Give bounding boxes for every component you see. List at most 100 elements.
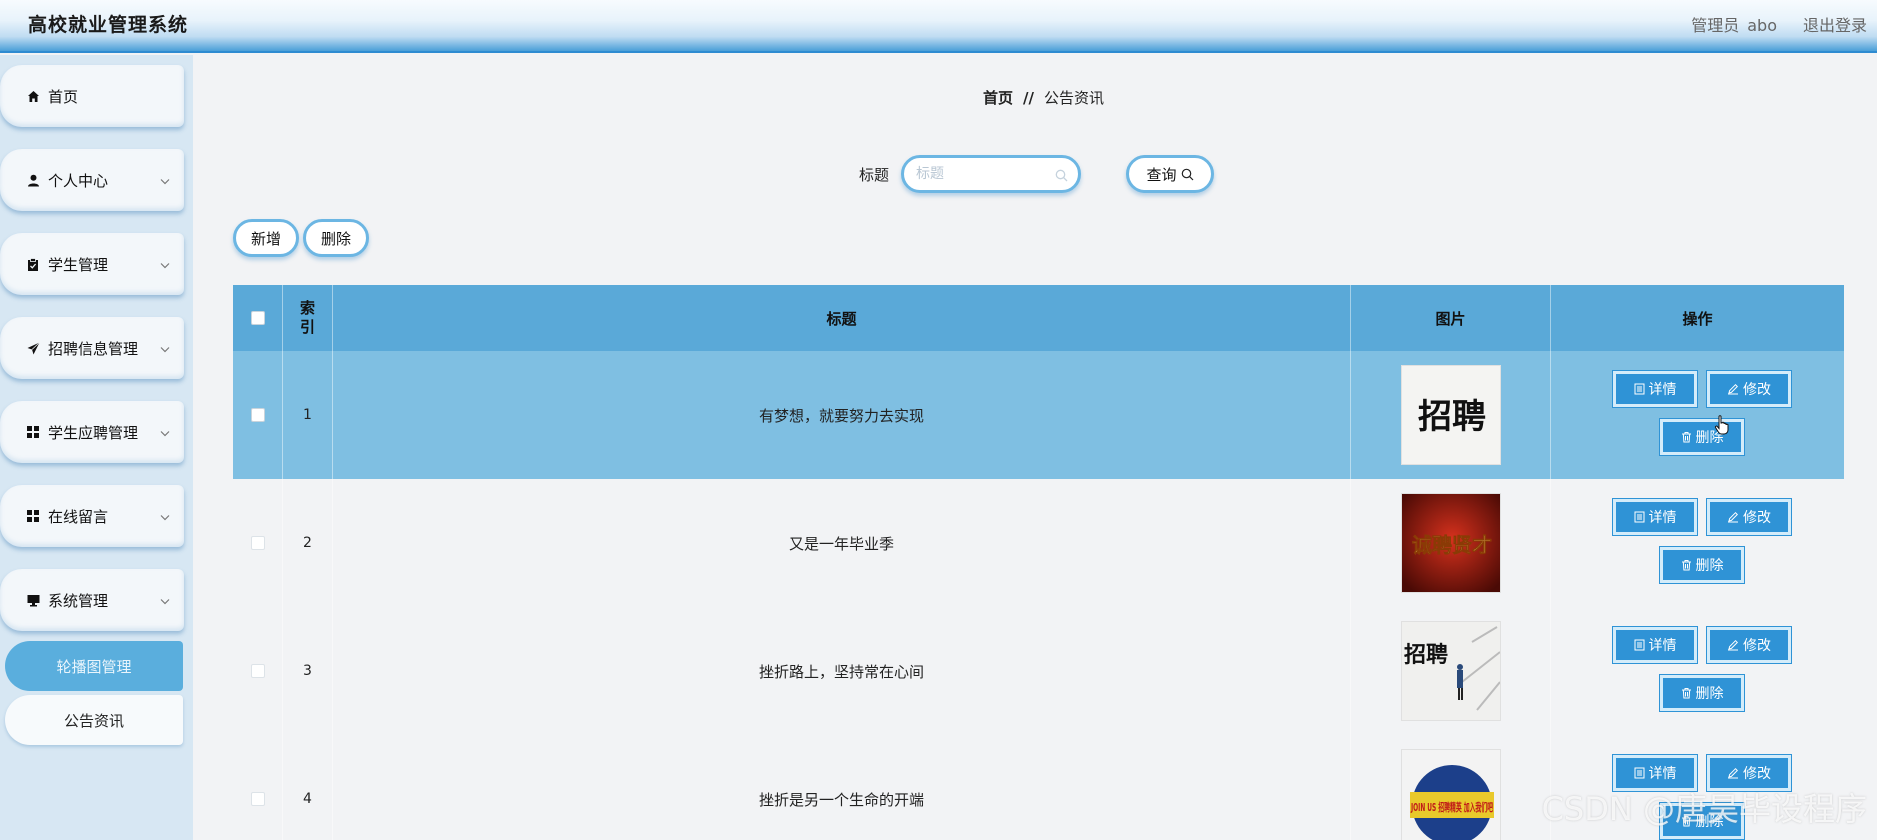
row-checkbox[interactable] — [250, 536, 265, 550]
app-title: 高校就业管理系统 — [28, 14, 189, 36]
detail-button-label: 详情 — [1648, 382, 1677, 398]
edit-button-label: 修改 — [1743, 382, 1771, 398]
row-title: 又是一年毕业季 — [333, 479, 1351, 607]
username: abo — [1747, 16, 1777, 35]
search-icon — [1055, 168, 1068, 186]
pencil-icon — [1727, 383, 1739, 395]
sidebar-item-label: 招聘信息管理 — [48, 339, 139, 358]
row-image-cell: 诚聘贤才 — [1351, 479, 1551, 607]
breadcrumb: 首页 // 公告资讯 — [983, 87, 1104, 108]
edit-button-label: 修改 — [1743, 638, 1771, 654]
detail-button-label: 详情 — [1648, 638, 1677, 654]
sidebar-item-label: 学生应聘管理 — [48, 423, 139, 442]
edit-button-label: 修改 — [1743, 510, 1771, 526]
announcement-table: 索引 标题 图片 操作 1 有梦想，就要努力去实现 招聘 详情 修改 删除 2 … — [233, 285, 1844, 840]
row-select-cell — [233, 735, 283, 840]
detail-button[interactable]: 详情 — [1612, 498, 1698, 536]
row-checkbox[interactable] — [250, 792, 265, 806]
recruitment-image: 招聘 — [1400, 365, 1501, 465]
table-row[interactable]: 2 又是一年毕业季 诚聘贤才 详情 修改 删除 — [233, 479, 1844, 607]
row-select-cell — [233, 479, 283, 607]
column-header-index-label: 索引 — [299, 299, 315, 336]
row-actions: 详情 修改 删除 — [1551, 607, 1844, 735]
sidebar-item-student-application[interactable]: 学生应聘管理 — [0, 401, 184, 463]
sidebar-item-personal-center[interactable]: 个人中心 — [0, 149, 184, 211]
sidebar-subitem-announcements[interactable]: 公告资讯 — [5, 695, 183, 745]
sidebar-item-label: 系统管理 — [48, 591, 109, 610]
row-index: 3 — [283, 607, 333, 735]
breadcrumb-current: 公告资讯 — [1043, 89, 1104, 107]
grid-icon — [26, 425, 40, 439]
delete-button[interactable]: 删除 — [1659, 674, 1745, 712]
document-icon — [1634, 767, 1645, 779]
row-index: 2 — [283, 479, 333, 607]
detail-button[interactable]: 详情 — [1612, 626, 1698, 664]
search-input[interactable] — [904, 158, 1078, 190]
column-header-title: 标题 — [333, 285, 1351, 351]
edit-button[interactable]: 修改 — [1706, 498, 1792, 536]
row-image-cell: 招聘 — [1351, 607, 1551, 735]
pencil-icon — [1727, 767, 1739, 779]
user-area: 管理员 abo 退出登录 — [1691, 12, 1867, 36]
column-header-index: 索引 — [283, 285, 333, 351]
image-text: 招聘 — [1418, 397, 1486, 437]
row-select-cell — [233, 351, 283, 479]
row-checkbox[interactable] — [250, 664, 265, 678]
select-all-checkbox[interactable] — [250, 311, 265, 325]
row-title: 挫折是另一个生命的开端 — [333, 735, 1351, 840]
sidebar-item-online-message[interactable]: 在线留言 — [0, 485, 184, 547]
row-title: 有梦想，就要努力去实现 — [333, 351, 1351, 479]
sidebar-subitem-carousel[interactable]: 轮播图管理 — [5, 641, 183, 691]
chevron-down-icon — [160, 339, 170, 357]
image-text: JOIN US 招聘精英 加入我们吧 — [1410, 800, 1493, 814]
chevron-down-icon — [160, 591, 170, 609]
sidebar-item-system-management[interactable]: 系统管理 — [0, 569, 184, 631]
trash-icon — [1681, 559, 1692, 571]
table-row[interactable]: 1 有梦想，就要努力去实现 招聘 详情 修改 删除 — [233, 351, 1844, 479]
sidebar-item-label: 学生管理 — [48, 255, 109, 274]
sidebar-item-label: 在线留言 — [48, 507, 109, 526]
delete-button[interactable]: 删除 — [1659, 418, 1745, 456]
watermark: CSDN @唐昊毕设程序 — [1541, 790, 1867, 828]
add-button[interactable]: 新增 — [233, 219, 299, 257]
paper-plane-icon — [26, 341, 40, 355]
row-actions: 详情 修改 删除 — [1551, 479, 1844, 607]
sidebar-item-recruitment-info[interactable]: 招聘信息管理 — [0, 317, 184, 379]
pencil-icon — [1727, 639, 1739, 651]
trash-icon — [1681, 431, 1692, 443]
table-row[interactable]: 3 挫折路上，坚持常在心间 招聘 详情 修改 删除 — [233, 607, 1844, 735]
sidebar-item-home[interactable]: 首页 — [0, 65, 184, 127]
main-content: 首页 // 公告资讯 标题 查询 新增 删除 索引 标题 图片 操作 1 有梦想，就… — [193, 55, 1877, 840]
grid-icon — [26, 509, 40, 523]
table-header: 索引 标题 图片 操作 — [233, 285, 1844, 351]
batch-delete-button[interactable]: 删除 — [303, 219, 369, 257]
row-title: 挫折路上，坚持常在心间 — [333, 607, 1351, 735]
row-checkbox[interactable] — [250, 408, 265, 422]
sidebar-item-label: 首页 — [48, 87, 79, 106]
detail-button-label: 详情 — [1648, 766, 1677, 782]
row-image-cell: JOIN US 招聘精英 加入我们吧 — [1351, 735, 1551, 840]
detail-button-label: 详情 — [1648, 510, 1677, 526]
sidebar-item-label: 个人中心 — [48, 171, 109, 190]
document-icon — [1634, 639, 1645, 651]
edit-button[interactable]: 修改 — [1706, 370, 1792, 408]
delete-button-label: 删除 — [1695, 686, 1724, 702]
search-icon — [1181, 168, 1194, 181]
row-actions: 详情 修改 删除 — [1551, 351, 1844, 479]
breadcrumb-home[interactable]: 首页 — [983, 89, 1013, 107]
monitor-icon — [26, 593, 40, 607]
detail-button[interactable]: 详情 — [1612, 370, 1698, 408]
query-button[interactable]: 查询 — [1126, 155, 1214, 193]
chevron-down-icon — [160, 171, 170, 189]
pencil-icon — [1727, 511, 1739, 523]
sidebar-item-student-management[interactable]: 学生管理 — [0, 233, 184, 295]
delete-button-label: 删除 — [1695, 558, 1724, 574]
recruitment-image: 诚聘贤才 — [1400, 493, 1501, 593]
chevron-down-icon — [160, 423, 170, 441]
row-index: 1 — [283, 351, 333, 479]
logout-link[interactable]: 退出登录 — [1803, 16, 1867, 35]
delete-button[interactable]: 删除 — [1659, 546, 1745, 584]
edit-button[interactable]: 修改 — [1706, 626, 1792, 664]
search-label: 标题 — [859, 166, 890, 184]
trash-icon — [1681, 687, 1692, 699]
